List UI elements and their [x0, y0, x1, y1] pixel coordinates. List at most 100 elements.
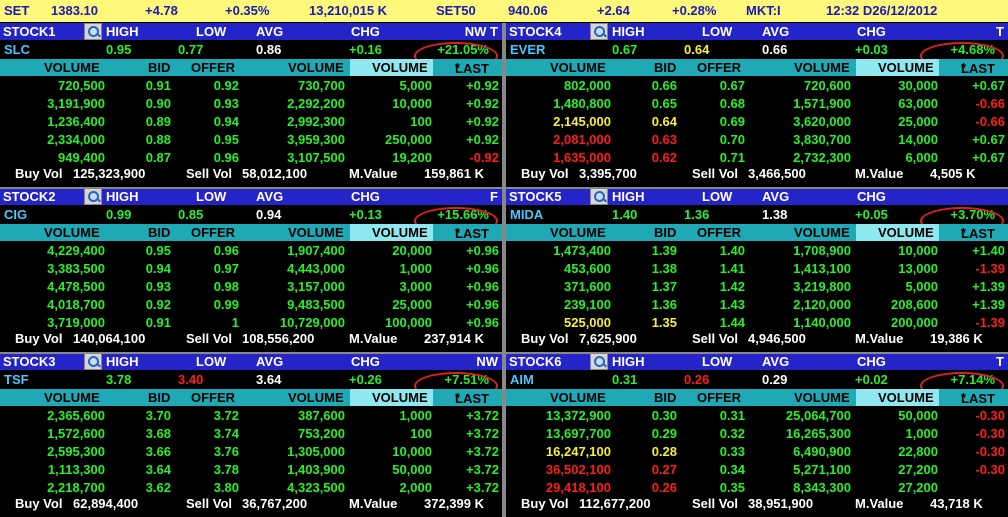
stock-symbol[interactable]: AIM: [510, 372, 534, 387]
bid-price[interactable]: 0.95: [146, 243, 171, 258]
stock-flag-badge: T: [996, 354, 1004, 369]
buy-volume-label: Buy Vol: [15, 166, 63, 181]
offer-price[interactable]: 1: [232, 315, 239, 330]
offer-price[interactable]: 1.42: [720, 279, 745, 294]
offer-price[interactable]: 0.94: [214, 114, 239, 129]
offer-price[interactable]: 0.95: [214, 132, 239, 147]
offer-price[interactable]: 0.35: [720, 480, 745, 495]
bid-price[interactable]: 0.29: [652, 426, 677, 441]
offer-price[interactable]: 1.41: [720, 261, 745, 276]
low-value: 0.26: [684, 372, 710, 387]
bid-price[interactable]: 0.63: [652, 132, 677, 147]
offer-price[interactable]: 3.72: [214, 408, 239, 423]
avg-value: 0.66: [762, 42, 788, 57]
search-icon[interactable]: [84, 188, 102, 205]
bid-price[interactable]: 0.91: [146, 315, 171, 330]
high-value: 3.78: [106, 372, 132, 387]
bid-price[interactable]: 0.65: [652, 96, 677, 111]
bid-price[interactable]: 3.66: [146, 444, 171, 459]
offer-price[interactable]: 3.74: [214, 426, 239, 441]
trade-last-price: +0.67: [972, 132, 1005, 147]
bid-price[interactable]: 0.62: [652, 150, 677, 165]
trade-last-price: +3.72: [466, 444, 499, 459]
stock-slot-label[interactable]: STOCK6: [509, 354, 562, 369]
search-icon[interactable]: [84, 23, 102, 40]
offer-price[interactable]: 0.93: [214, 96, 239, 111]
offer-price[interactable]: 3.80: [214, 480, 239, 495]
volume-summary: Buy Vol 140,064,100 Sell Vol 108,556,200 M.V…: [0, 331, 502, 349]
bid-price[interactable]: 0.94: [146, 261, 171, 276]
offer-price[interactable]: 0.67: [720, 78, 745, 93]
order-book-row: 1,635,000 0.62 0.71 2,732,300 6,000 +0.67: [506, 149, 1008, 167]
offer-price[interactable]: 0.33: [720, 444, 745, 459]
offer-price[interactable]: 0.96: [214, 150, 239, 165]
bid-volume: 4,229,400: [47, 243, 105, 258]
column-last: LAST *: [961, 60, 995, 76]
stock-symbol[interactable]: MIDA: [510, 207, 543, 222]
bid-price[interactable]: 1.39: [652, 243, 677, 258]
stock-symbol[interactable]: SLC: [4, 42, 30, 57]
trade-last-price: +3.72: [466, 408, 499, 423]
offer-price[interactable]: 0.32: [720, 426, 745, 441]
offer-price[interactable]: 0.69: [720, 114, 745, 129]
bid-price[interactable]: 0.66: [652, 78, 677, 93]
bid-price[interactable]: 1.36: [652, 297, 677, 312]
offer-price[interactable]: 3.78: [214, 462, 239, 477]
stock-slot-label[interactable]: STOCK5: [509, 189, 562, 204]
bid-price[interactable]: 3.64: [146, 462, 171, 477]
set-index-percent: +0.35%: [225, 3, 270, 18]
low-label: LOW: [196, 354, 227, 369]
stock-slot-label[interactable]: STOCK4: [509, 24, 562, 39]
bid-price[interactable]: 1.37: [652, 279, 677, 294]
offer-price[interactable]: 0.68: [720, 96, 745, 111]
trade-volume: 10,000: [392, 444, 432, 459]
offer-price[interactable]: 0.96: [214, 243, 239, 258]
avg-value: 0.86: [256, 42, 282, 57]
search-icon[interactable]: [590, 23, 608, 40]
column-header: VOLUME BID OFFER VOLUME VOLUME LAST *: [0, 59, 502, 76]
offer-price[interactable]: 1.40: [720, 243, 745, 258]
offer-price[interactable]: 0.98: [214, 279, 239, 294]
bid-price[interactable]: 3.70: [146, 408, 171, 423]
bid-price[interactable]: 0.91: [146, 78, 171, 93]
bid-price[interactable]: 0.89: [146, 114, 171, 129]
bid-price[interactable]: 3.68: [146, 426, 171, 441]
bid-price[interactable]: 0.87: [146, 150, 171, 165]
bid-price[interactable]: 0.93: [146, 279, 171, 294]
offer-price[interactable]: 0.92: [214, 78, 239, 93]
offer-price[interactable]: 1.43: [720, 297, 745, 312]
bid-price[interactable]: 0.26: [652, 480, 677, 495]
bid-price[interactable]: 1.35: [652, 315, 677, 330]
column-bid: BID: [148, 225, 171, 240]
trade-last-price: -0.92: [469, 150, 499, 165]
bid-price[interactable]: 0.30: [652, 408, 677, 423]
offer-price[interactable]: 0.71: [720, 150, 745, 165]
stock-symbol[interactable]: TSF: [4, 372, 29, 387]
stock-symbol[interactable]: EVER: [510, 42, 545, 57]
bid-price[interactable]: 0.92: [146, 297, 171, 312]
search-icon[interactable]: [590, 353, 608, 370]
bid-price[interactable]: 0.64: [652, 114, 677, 129]
stock-slot-label[interactable]: STOCK2: [3, 189, 56, 204]
offer-price[interactable]: 0.34: [720, 462, 745, 477]
search-icon[interactable]: [590, 188, 608, 205]
bid-price[interactable]: 3.62: [146, 480, 171, 495]
offer-price[interactable]: 0.31: [720, 408, 745, 423]
offer-price[interactable]: 0.70: [720, 132, 745, 147]
change-value: +0.05: [855, 207, 888, 222]
stock-slot-label[interactable]: STOCK3: [3, 354, 56, 369]
order-book-row: 371,600 1.37 1.42 3,219,800 5,000 +1.39: [506, 278, 1008, 296]
bid-price[interactable]: 0.28: [652, 444, 677, 459]
stock-slot-label[interactable]: STOCK1: [3, 24, 56, 39]
search-icon[interactable]: [84, 353, 102, 370]
offer-price[interactable]: 3.76: [214, 444, 239, 459]
offer-price[interactable]: 1.44: [720, 315, 745, 330]
bid-price[interactable]: 1.38: [652, 261, 677, 276]
trade-last-price: +3.72: [466, 426, 499, 441]
offer-price[interactable]: 0.97: [214, 261, 239, 276]
stock-symbol[interactable]: CIG: [4, 207, 27, 222]
bid-price[interactable]: 0.88: [146, 132, 171, 147]
bid-price[interactable]: 0.27: [652, 462, 677, 477]
bid-price[interactable]: 0.90: [146, 96, 171, 111]
offer-price[interactable]: 0.99: [214, 297, 239, 312]
